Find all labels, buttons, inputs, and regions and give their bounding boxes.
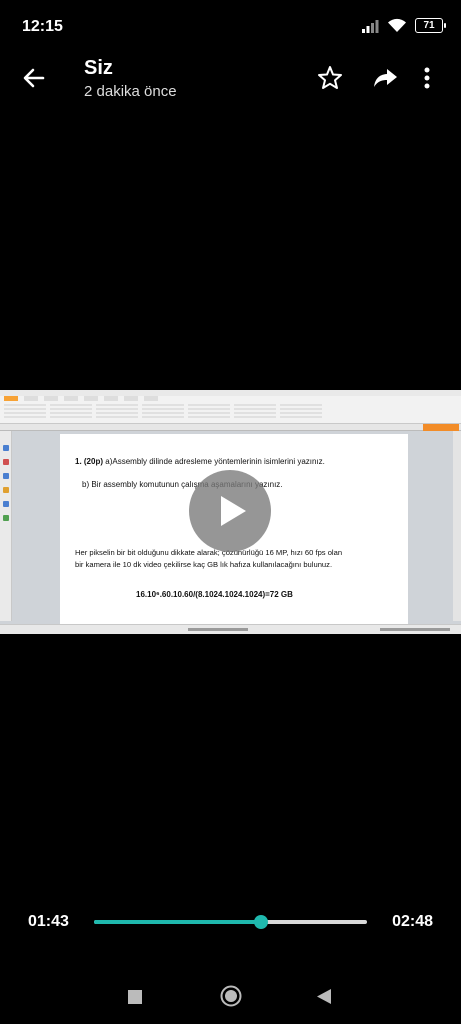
viewer-tabbar bbox=[0, 424, 461, 431]
play-button[interactable] bbox=[189, 470, 271, 552]
total-time: 02:48 bbox=[392, 913, 433, 930]
app-bar: Siz 2 dakika önce bbox=[0, 52, 461, 110]
answer-text: 16.10⁶.60.10.60/(8.1024.1024.1024)=72 GB bbox=[136, 590, 293, 599]
back-arrow-icon[interactable] bbox=[18, 62, 50, 94]
status-bar: 12:15 71 bbox=[0, 0, 461, 52]
status-icons: 71 bbox=[361, 18, 446, 33]
viewer-statusbar bbox=[0, 624, 461, 634]
seek-track[interactable] bbox=[94, 915, 367, 929]
question-1-text: a)Assembly dilinde adresleme yöntemlerin… bbox=[105, 457, 325, 466]
back-icon[interactable] bbox=[316, 988, 332, 1005]
sender-title: Siz bbox=[84, 57, 113, 79]
viewer-sidebar bbox=[0, 431, 12, 621]
signal-icon bbox=[362, 19, 379, 33]
battery-icon: 71 bbox=[415, 18, 446, 33]
share-icon[interactable] bbox=[371, 64, 399, 92]
seek-bar: 01:43 02:48 bbox=[0, 905, 461, 939]
current-time: 01:43 bbox=[28, 913, 69, 930]
seek-progress bbox=[94, 920, 262, 924]
star-icon[interactable] bbox=[316, 64, 344, 92]
viewer-scrollbar bbox=[453, 431, 461, 621]
system-nav-bar bbox=[0, 970, 461, 1024]
sent-time: 2 dakika önce bbox=[84, 83, 177, 100]
play-icon bbox=[221, 496, 246, 526]
question-1-number: 1. (20p) bbox=[75, 457, 104, 466]
home-icon[interactable] bbox=[219, 984, 243, 1008]
viewer-ribbon bbox=[0, 390, 461, 424]
question-2: Her pikselin bir bit olduğunu dikkate al… bbox=[75, 548, 343, 569]
battery-level: 71 bbox=[423, 20, 435, 31]
question-1: 1. (20p) a)Assembly dilinde adresleme yö… bbox=[75, 456, 401, 467]
more-vert-icon[interactable] bbox=[421, 64, 433, 92]
recents-icon[interactable] bbox=[127, 989, 143, 1005]
wifi-icon bbox=[388, 18, 406, 32]
seek-thumb[interactable] bbox=[254, 915, 269, 929]
status-time: 12:15 bbox=[22, 18, 63, 35]
